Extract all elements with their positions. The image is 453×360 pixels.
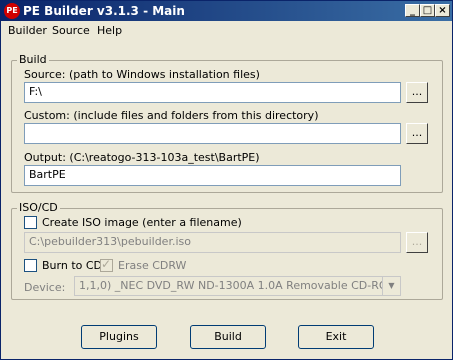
check-mark-icon: ✓	[101, 257, 112, 271]
minimize-button[interactable]: _	[405, 4, 420, 17]
burn-cd-checkbox[interactable]	[24, 259, 37, 272]
title-bar[interactable]: PE PE Builder v3.1.3 - Main _ □ ×	[1, 1, 452, 21]
plugins-button[interactable]: Plugins	[81, 325, 157, 349]
custom-input[interactable]	[24, 123, 401, 144]
iso-browse-button[interactable]: ...	[406, 232, 428, 253]
menu-builder[interactable]: Builder	[8, 24, 47, 37]
output-label: Output: (C:\reatogo-313-103a_test\BartPE…	[24, 151, 260, 164]
iso-cd-group-title: ISO/CD	[17, 201, 60, 214]
source-browse-button[interactable]: ...	[406, 82, 428, 103]
build-button[interactable]: Build	[190, 325, 266, 349]
device-select-value: 1,1,0) _NEC DVD_RW ND-1300A 1.0A Removab…	[79, 279, 398, 292]
burn-cd-label[interactable]: Burn to CD	[42, 259, 102, 272]
create-iso-checkbox[interactable]	[24, 216, 37, 229]
window-title: PE Builder v3.1.3 - Main	[23, 4, 185, 18]
create-iso-label[interactable]: Create ISO image (enter a filename)	[42, 216, 242, 229]
app-icon: PE	[4, 3, 20, 19]
output-input[interactable]: BartPE	[24, 165, 401, 186]
chevron-down-icon[interactable]: ▼	[382, 277, 400, 295]
main-window: PE PE Builder v3.1.3 - Main _ □ × Builde…	[0, 0, 453, 360]
custom-label: Custom: (include files and folders from …	[24, 109, 319, 122]
close-button[interactable]: ×	[435, 4, 450, 17]
erase-cdrw-label[interactable]: Erase CDRW	[118, 259, 186, 272]
iso-path-input[interactable]: C:\pebuilder313\pebuilder.iso	[24, 232, 401, 253]
maximize-button[interactable]: □	[420, 4, 435, 17]
build-group-title: Build	[17, 53, 49, 66]
menu-source[interactable]: Source	[52, 24, 90, 37]
device-label: Device:	[24, 281, 66, 294]
menu-bar: Builder Source Help	[1, 22, 452, 40]
source-input[interactable]: F:\	[24, 82, 401, 103]
menu-help[interactable]: Help	[97, 24, 122, 37]
source-label: Source: (path to Windows installation fi…	[24, 68, 260, 81]
device-select[interactable]: 1,1,0) _NEC DVD_RW ND-1300A 1.0A Removab…	[74, 276, 401, 296]
custom-browse-button[interactable]: ...	[406, 123, 428, 144]
erase-cdrw-checkbox[interactable]: ✓	[100, 257, 113, 272]
exit-button[interactable]: Exit	[298, 325, 374, 349]
